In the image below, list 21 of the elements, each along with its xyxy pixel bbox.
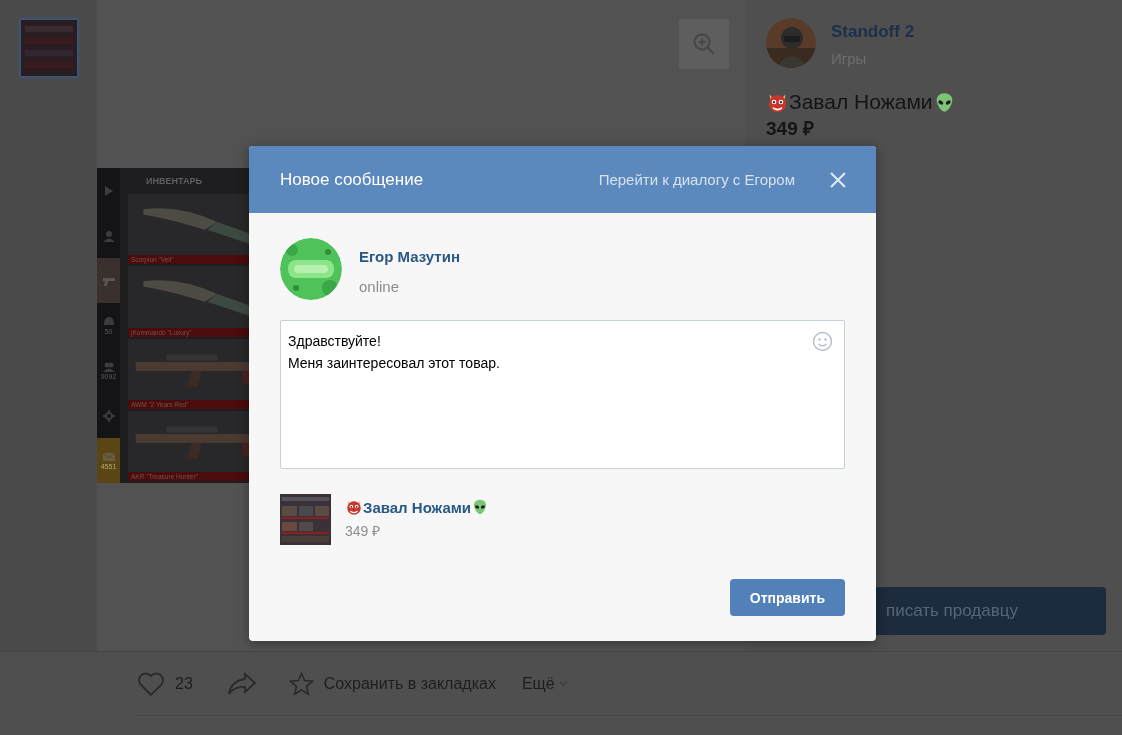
- zoom-in-icon: [692, 32, 716, 56]
- product-link[interactable]: Завал Ножами: [363, 498, 472, 516]
- product-title: Завал Ножами: [789, 90, 933, 114]
- product-price: 349 ₽: [766, 117, 815, 141]
- recipient-status: online: [359, 278, 401, 295]
- go-to-dialog-link[interactable]: Перейти к диалогу с Егором: [598, 171, 795, 188]
- inventory-header: ИНВЕНТАРЬ: [145, 175, 203, 188]
- dialog-title: Новое сообщение: [280, 169, 425, 190]
- zoom-button[interactable]: [679, 19, 729, 69]
- share-button[interactable]: [226, 671, 257, 696]
- message-field[interactable]: Здравствуйте! Меня заинтересовал этот товар.: [280, 320, 845, 469]
- heart-icon: [137, 670, 165, 697]
- ogre-icon: [345, 498, 363, 516]
- star-icon: [288, 671, 314, 696]
- recipient-name[interactable]: Егор Мазутин: [359, 248, 460, 265]
- smiley-icon[interactable]: [812, 331, 833, 352]
- send-button[interactable]: Отправить: [729, 579, 845, 616]
- attachment-price: 349 ₽: [345, 522, 382, 540]
- photo-thumbnail[interactable]: [19, 18, 79, 78]
- close-icon[interactable]: [829, 170, 847, 189]
- share-icon: [226, 671, 257, 696]
